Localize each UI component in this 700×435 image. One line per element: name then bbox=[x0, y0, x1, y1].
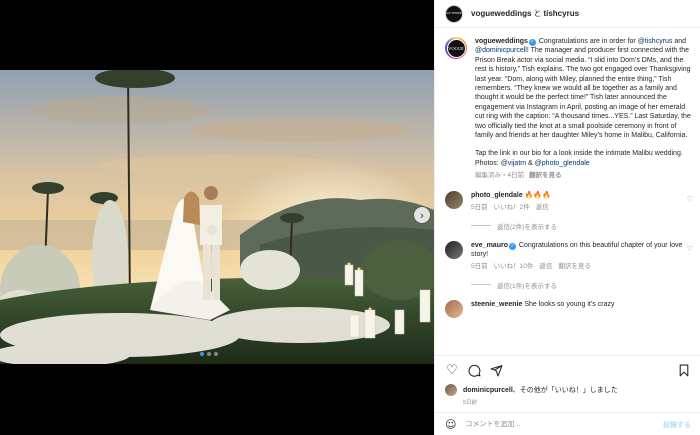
bookmark-svg bbox=[679, 364, 689, 376]
logo-text: VOGUE WEDDINGS bbox=[440, 12, 468, 15]
like-heart-icon[interactable]: ♡ bbox=[445, 363, 459, 378]
caption-intro: Congratulations are in order for bbox=[538, 38, 636, 45]
comment-bubble-icon[interactable] bbox=[467, 363, 481, 377]
comment-input[interactable] bbox=[465, 421, 656, 428]
post-header: VOGUE WEDDINGS vogueweddings と tishcyrus bbox=[435, 0, 700, 28]
verified-badge-icon: ✓ bbox=[508, 242, 516, 250]
replies-divider bbox=[471, 284, 491, 286]
mention-link[interactable]: @photo_glendale bbox=[535, 160, 590, 167]
view-replies[interactable]: 返信(2件)を表示する bbox=[471, 221, 691, 231]
see-translation-link[interactable]: 翻訳を見る bbox=[529, 172, 562, 179]
liker-username[interactable]: dominicpurcell bbox=[463, 387, 513, 394]
commenter-avatar[interactable] bbox=[445, 299, 463, 318]
vogue-logo-icon: VOGUE bbox=[446, 38, 466, 58]
caption-paragraph-2: Tap the link in our bio for a look insid… bbox=[475, 149, 691, 168]
wedding-photo-illustration bbox=[0, 70, 434, 364]
post-authors: vogueweddings と tishcyrus bbox=[471, 8, 579, 19]
see-translation-link[interactable]: 翻訳を見る bbox=[558, 263, 591, 270]
verified-badge-icon: ✓ bbox=[528, 39, 536, 46]
comment-body: eve_mauro ✓ Congratulations on this beaut… bbox=[471, 241, 691, 272]
comment-likes[interactable]: いいね！10件 bbox=[494, 263, 534, 270]
comment-time[interactable]: 5日前 bbox=[471, 263, 488, 270]
caption-text: vogueweddings ✓ Congratulations are in or… bbox=[475, 37, 691, 181]
comment-username[interactable]: eve_mauro bbox=[471, 242, 508, 249]
replies-divider bbox=[471, 225, 491, 226]
reply-button[interactable]: 返信 bbox=[536, 204, 549, 211]
comment-meta: 5日前 いいね！2件 返信 bbox=[471, 203, 691, 212]
caption-and: and bbox=[674, 38, 687, 45]
like-comment-heart-icon[interactable]: ♡ bbox=[687, 195, 693, 203]
wedding-photo[interactable] bbox=[0, 70, 434, 364]
comment-text: 🔥🔥🔥 bbox=[524, 191, 551, 199]
carousel-dot bbox=[207, 352, 211, 356]
media-pane: › bbox=[0, 0, 434, 435]
caption-meta: 編集済み・4日前 翻訳を見る bbox=[475, 171, 691, 180]
reply-button[interactable]: 返信 bbox=[539, 263, 552, 270]
comment-body: photo_glendale 🔥🔥🔥 5日前 いいね！2件 返信 bbox=[471, 191, 691, 213]
caption-username[interactable]: vogueweddings bbox=[475, 38, 528, 45]
comment-text: She looks so young it’s crazy bbox=[524, 300, 615, 308]
comment-username[interactable]: steenie_weenie bbox=[471, 301, 522, 308]
collaborator-username[interactable]: tishcyrus bbox=[543, 9, 579, 18]
comment-item: eve_mauro ✓ Congratulations on this beaut… bbox=[445, 240, 693, 272]
comment-item: photo_glendale 🔥🔥🔥 5日前 いいね！2件 返信 ♡ bbox=[445, 190, 693, 213]
caption-amp: & bbox=[528, 159, 533, 167]
comment-likes[interactable]: いいね！2件 bbox=[494, 204, 530, 211]
action-buttons: ♡ bbox=[435, 356, 700, 378]
view-replies-label: 返信(2件)を表示する bbox=[497, 223, 557, 231]
mention-link[interactable]: @vijatm bbox=[501, 160, 526, 167]
commenter-avatar[interactable] bbox=[445, 240, 463, 259]
comment-time[interactable]: 5日前 bbox=[471, 204, 488, 211]
post-comment-button[interactable]: 投稿する bbox=[663, 420, 691, 430]
edited-time: 編集済み・4日前 bbox=[475, 172, 525, 180]
carousel-indicator bbox=[200, 352, 218, 356]
collab-separator: と bbox=[533, 9, 542, 18]
comment-body: steenie_weenie She looks so young it’s c… bbox=[471, 300, 691, 318]
mention-link[interactable]: @tishcyrus bbox=[638, 38, 673, 45]
like-comment-heart-icon[interactable]: ♡ bbox=[687, 245, 693, 253]
post-details-panel: VOGUE WEDDINGS vogueweddings と tishcyrus V… bbox=[434, 0, 700, 435]
instagram-post-view: › VOGUE WEDDINGS vogueweddings と tishcyrus… bbox=[0, 0, 700, 435]
carousel-dot-active bbox=[200, 352, 204, 356]
share-svg bbox=[490, 364, 502, 376]
comment-username[interactable]: photo_glendale bbox=[471, 192, 523, 199]
carousel-dot bbox=[214, 352, 218, 356]
liker-avatar[interactable] bbox=[445, 384, 457, 396]
comment-item: steenie_weenie She looks so young it’s c… bbox=[445, 299, 691, 318]
comment-bubble-svg bbox=[468, 364, 480, 377]
save-bookmark-icon[interactable] bbox=[677, 363, 691, 377]
view-replies[interactable]: 返信(1件)を表示する bbox=[471, 280, 691, 290]
comments-scroll-area[interactable]: VOGUE vogueweddings ✓ Congratulations are… bbox=[435, 29, 700, 355]
caption-paragraph: ! The manager and producer first connect… bbox=[475, 47, 691, 140]
caption-avatar[interactable]: VOGUE bbox=[445, 37, 467, 59]
mention-link[interactable]: @dominicpurcell bbox=[475, 47, 527, 54]
commenter-avatar[interactable] bbox=[445, 190, 463, 209]
post-date[interactable]: 5日前 bbox=[435, 396, 700, 406]
next-image-button[interactable]: › bbox=[414, 207, 430, 223]
author-username[interactable]: vogueweddings bbox=[471, 9, 531, 18]
view-replies-label: 返信(1件)を表示する bbox=[497, 282, 557, 290]
chevron-right-icon: › bbox=[419, 208, 425, 222]
comment-meta: 5日前 いいね！10件 返信 翻訳を見る bbox=[471, 262, 691, 271]
add-comment-bar: ☺ 投稿する bbox=[435, 412, 700, 435]
post-actions-section: ♡ dominicpurcell 、その他が「いいね！」しました 5日前 ☺ コ… bbox=[435, 355, 700, 435]
likes-rest-text: 、その他が「いいね！」しました bbox=[512, 387, 618, 394]
account-avatar[interactable]: VOGUE WEDDINGS bbox=[441, 4, 467, 23]
emoji-smiley-icon[interactable]: ☺ bbox=[445, 418, 456, 431]
share-paper-plane-icon[interactable] bbox=[489, 363, 503, 377]
caption: VOGUE vogueweddings ✓ Congratulations are… bbox=[445, 37, 691, 181]
likes-summary[interactable]: dominicpurcell 、その他が「いいね！」しました bbox=[435, 378, 700, 396]
